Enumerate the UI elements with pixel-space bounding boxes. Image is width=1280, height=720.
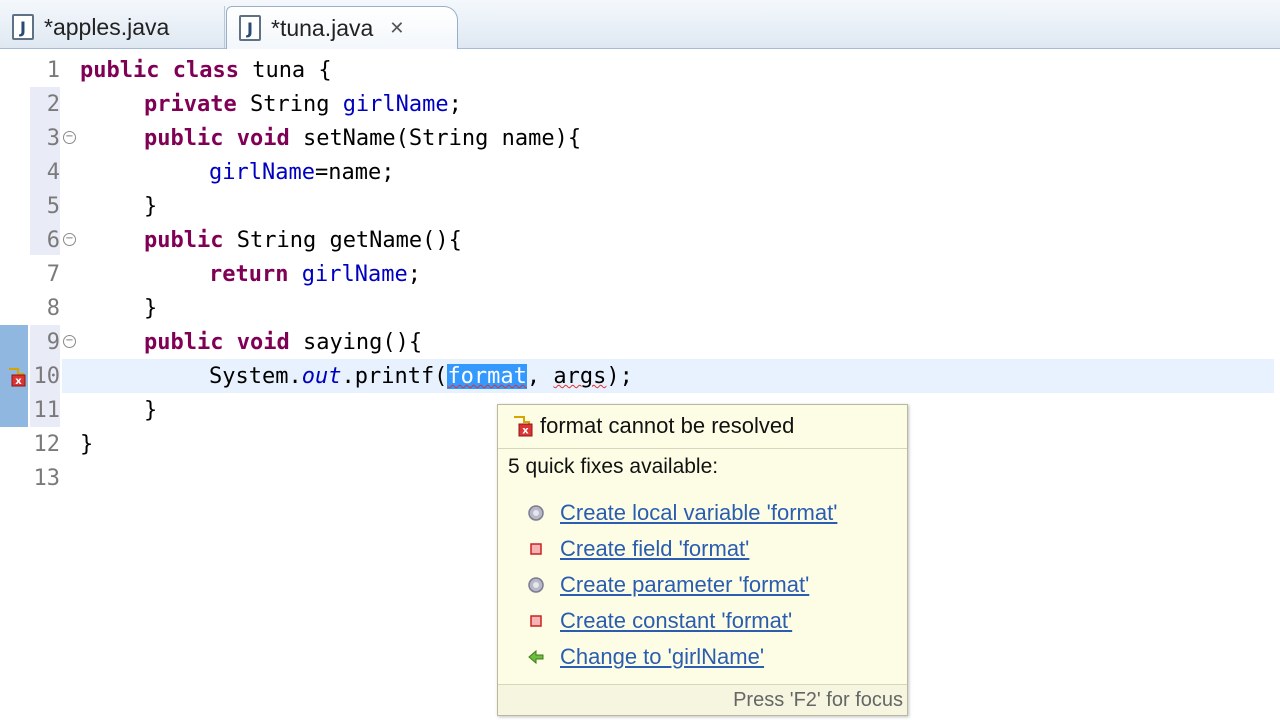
line-number: 3 xyxy=(46,126,60,151)
tab-label: *tuna.java xyxy=(271,14,374,41)
line-number-gutter: 1 2 3 4 5 6 7 8 9 10 11 12 13 xyxy=(30,49,62,720)
divider xyxy=(498,448,907,449)
quick-fix-item[interactable]: Create local variable 'format' xyxy=(526,498,837,528)
parameter-icon xyxy=(528,577,544,593)
line-number: 4 xyxy=(46,160,60,185)
code-line-9[interactable]: public void saying(){ xyxy=(144,326,422,360)
line-number: 10 xyxy=(33,364,61,389)
error-marker-icon[interactable]: x xyxy=(6,367,28,387)
code-line-12[interactable]: } xyxy=(80,428,93,462)
constant-icon xyxy=(530,615,542,627)
collapse-fold-icon[interactable]: − xyxy=(63,335,76,348)
code-line-10[interactable]: System.out.printf(format, args); xyxy=(209,360,633,394)
line-number: 8 xyxy=(46,296,60,321)
quick-fix-item[interactable]: Create parameter 'format' xyxy=(526,570,809,600)
code-line-5[interactable]: } xyxy=(144,190,157,224)
selected-token[interactable]: format xyxy=(447,364,527,389)
line-number: 1 xyxy=(46,58,60,83)
code-line-7[interactable]: return girlName; xyxy=(209,258,421,292)
line-number: 6 xyxy=(46,228,60,253)
line-number: 7 xyxy=(46,262,60,287)
collapse-fold-icon[interactable]: − xyxy=(63,131,76,144)
svg-text:x: x xyxy=(522,426,529,437)
fix-create-field[interactable]: Create field 'format' xyxy=(560,536,749,562)
quick-fix-count: 5 quick fixes available: xyxy=(508,455,719,478)
code-line-2[interactable]: private String girlName; xyxy=(144,88,462,122)
fix-create-constant[interactable]: Create constant 'format' xyxy=(560,608,792,634)
line-number: 9 xyxy=(46,330,60,355)
quick-fix-item[interactable]: Create constant 'format' xyxy=(526,606,792,636)
editor-tab-bar: J *apples.java J *tuna.java ✕ xyxy=(0,0,1280,49)
code-line-3[interactable]: public void setName(String name){ xyxy=(144,122,581,156)
svg-text:x: x xyxy=(15,376,22,387)
error-icon: x xyxy=(514,416,533,437)
tab-apples-java[interactable]: J *apples.java xyxy=(0,6,225,48)
fix-change-to-girlname[interactable]: Change to 'girlName' xyxy=(560,644,764,670)
change-arrow-icon xyxy=(528,649,544,665)
collapse-fold-icon[interactable]: − xyxy=(63,233,76,246)
java-file-icon: J xyxy=(12,14,34,40)
code-line-6[interactable]: public String getName(){ xyxy=(144,224,462,258)
quick-fix-title: x format cannot be resolved xyxy=(510,411,794,441)
quick-fix-popup[interactable]: x format cannot be resolved 5 quick fixe… xyxy=(497,404,908,716)
java-file-icon: J xyxy=(239,15,261,41)
line-number: 13 xyxy=(33,466,61,491)
tab-tuna-java[interactable]: J *tuna.java ✕ xyxy=(226,6,458,49)
field-icon xyxy=(530,543,542,555)
line-number: 12 xyxy=(33,432,61,457)
focus-hint: Press 'F2' for focus xyxy=(733,689,903,711)
quick-fix-item[interactable]: Change to 'girlName' xyxy=(526,642,764,672)
quick-fix-item[interactable]: Create field 'format' xyxy=(526,534,749,564)
local-variable-icon xyxy=(528,505,544,521)
line-number: 5 xyxy=(46,194,60,219)
tab-label: *apples.java xyxy=(44,13,170,40)
code-line-1[interactable]: public class tuna { xyxy=(80,54,332,88)
popup-footer: Press 'F2' for focus xyxy=(498,684,907,715)
fix-create-parameter[interactable]: Create parameter 'format' xyxy=(560,572,809,598)
code-line-4[interactable]: girlName=name; xyxy=(209,156,394,190)
line-number: 11 xyxy=(33,398,61,423)
code-line-11[interactable]: } xyxy=(144,394,157,428)
code-line-8[interactable]: } xyxy=(144,292,157,326)
error-token[interactable]: args xyxy=(553,364,606,389)
fix-create-local-variable[interactable]: Create local variable 'format' xyxy=(560,500,837,526)
close-tab-icon[interactable]: ✕ xyxy=(389,18,404,39)
line-number: 2 xyxy=(46,92,60,117)
